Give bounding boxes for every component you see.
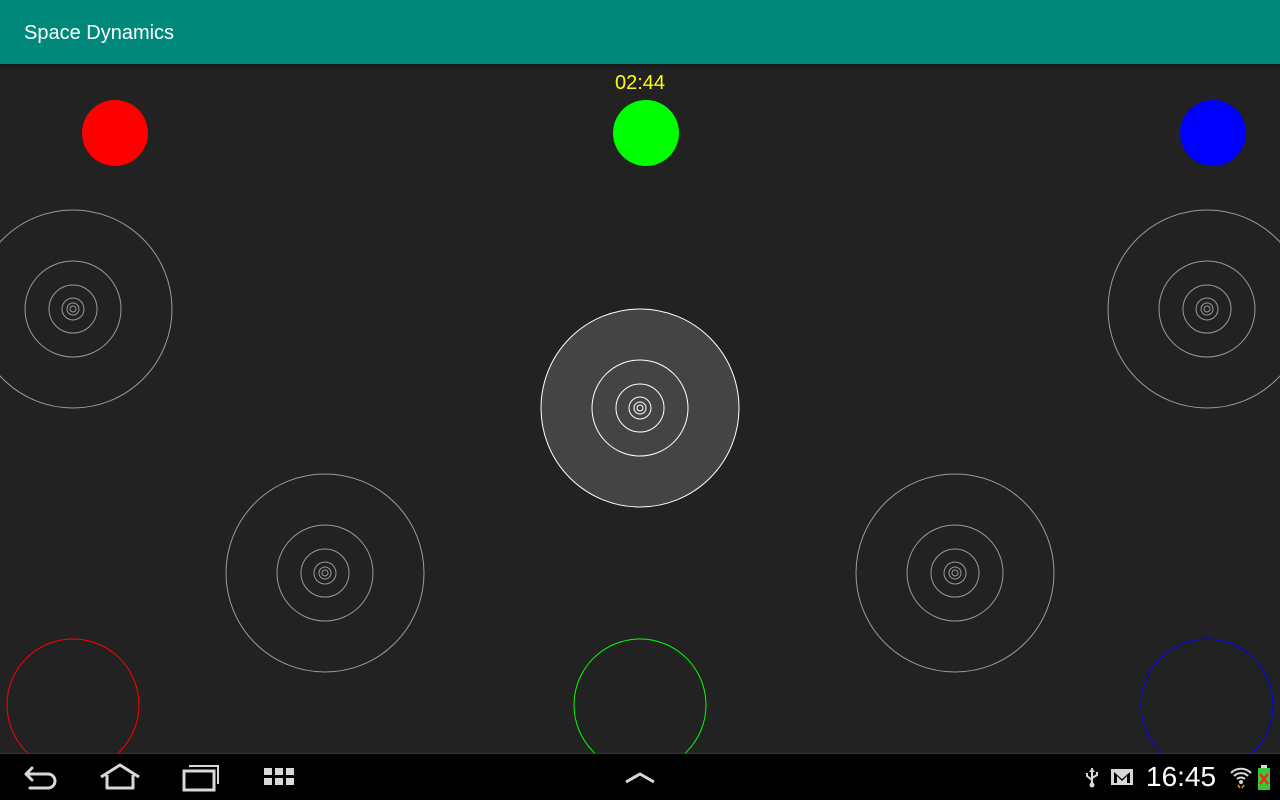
blue-player-ball[interactable]: [1180, 100, 1246, 166]
game-area[interactable]: 02:44: [0, 64, 1280, 753]
status-clock: 16:45: [1146, 761, 1217, 792]
app-grid-button[interactable]: [258, 760, 302, 794]
menu-button[interactable]: [618, 760, 662, 794]
back-button[interactable]: [20, 760, 64, 794]
wifi-icon: [1230, 767, 1252, 789]
red-player-ball[interactable]: [82, 100, 148, 166]
game-canvas[interactable]: [0, 64, 1280, 753]
app-title: Space Dynamics: [24, 22, 175, 44]
recent-apps-button[interactable]: [178, 760, 222, 794]
app-grid-icon: [264, 768, 294, 785]
usb-icon: [1086, 768, 1098, 788]
home-icon: [100, 763, 140, 790]
gmail-icon: [1111, 769, 1133, 785]
recent-apps-icon: [182, 765, 219, 792]
battery-icon: [1258, 765, 1270, 790]
planet-right[interactable]: [1107, 209, 1280, 409]
planet-center[interactable]: [540, 308, 740, 508]
red-launch-pad[interactable]: [6, 638, 140, 753]
home-button[interactable]: [98, 760, 142, 794]
chevron-up-icon: [625, 772, 655, 784]
game-timer: 02:44: [614, 72, 666, 94]
planet-left[interactable]: [0, 209, 173, 409]
navigation-bar: 16:45: [0, 753, 1280, 800]
planet-bottom-left[interactable]: [225, 473, 425, 673]
green-player-ball[interactable]: [613, 100, 679, 166]
app-bar: Space Dynamics: [0, 0, 1280, 64]
blue-launch-pad[interactable]: [1140, 638, 1274, 753]
back-arrow-icon: [24, 766, 57, 790]
green-launch-pad[interactable]: [573, 638, 707, 753]
planet-bottom-right[interactable]: [855, 473, 1055, 673]
